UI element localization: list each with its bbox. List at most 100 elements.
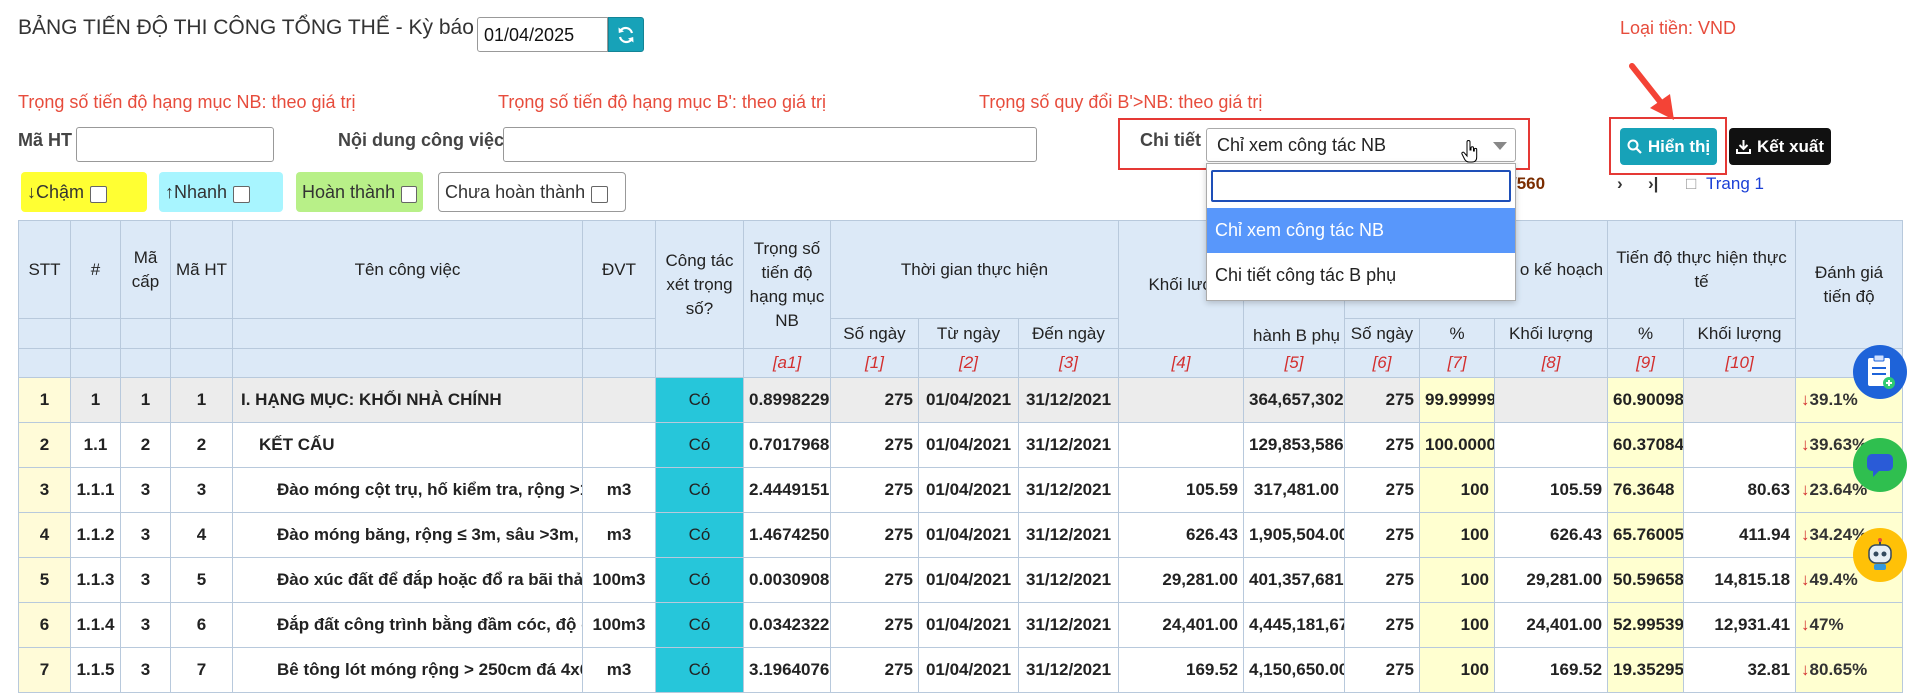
cell-code: 7	[170, 647, 233, 693]
cell-hash: 1.1.4	[70, 602, 121, 648]
weight-nb-note: Trọng số tiến độ hạng mục NB: theo giá t…	[18, 92, 356, 112]
chat-icon[interactable]	[1853, 438, 1907, 492]
header-time: Thời gian thực hiện	[830, 220, 1119, 319]
page-icon: □	[1686, 174, 1697, 193]
pager-last-button[interactable]: ›|	[1648, 174, 1658, 194]
table-row[interactable]: 3 1.1.1 3 3 Đào móng cột trụ, hố kiểm tra, r…	[18, 467, 1904, 513]
cell-unit: m3	[582, 512, 656, 558]
cell-hash: 1.1.1	[70, 467, 121, 513]
robot-assistant-icon[interactable]	[1853, 528, 1907, 582]
index-10: [10]	[1683, 348, 1797, 378]
cell-vol	[1118, 422, 1244, 468]
index-5: [5]	[1243, 348, 1345, 378]
table-row[interactable]: 6 1.1.4 3 6 Đắp đất công trình bằng đầm cóc,…	[18, 602, 1904, 648]
index-3: [3]	[1018, 348, 1119, 378]
refresh-icon	[618, 26, 634, 43]
pager-next-button[interactable]: ›	[1617, 174, 1623, 194]
status-undone-checkbox[interactable]	[591, 185, 609, 203]
status-chip-done[interactable]: Hoàn thành	[296, 172, 423, 212]
cell-weighted: Có	[655, 512, 744, 558]
status-chip-undone[interactable]: Chưa hoàn thành	[438, 172, 626, 212]
dropdown-option-b[interactable]: Chi tiết công tác B phụ	[1207, 253, 1515, 298]
cell-weight: 1.4674250	[743, 512, 831, 558]
cell-weight: 2.4449151	[743, 467, 831, 513]
dropdown-search-input[interactable]	[1211, 170, 1511, 202]
cell-eval: ↓80.65%	[1795, 647, 1904, 693]
cell-level: 3	[120, 467, 171, 513]
cell-from: 01/04/2021	[918, 512, 1019, 558]
cell-value: 317,481.00	[1243, 467, 1345, 513]
cell-ppct: 100	[1419, 602, 1495, 648]
header-plan-pct: %	[1419, 318, 1495, 349]
show-button[interactable]: Hiển thị	[1620, 128, 1717, 165]
cell-weight: 3.1964076	[743, 647, 831, 693]
record-total: /560	[1512, 174, 1546, 193]
header-to: Đến ngày	[1018, 318, 1119, 349]
index-6: [6]	[1344, 348, 1420, 378]
cell-name: KẾT CẤU	[232, 422, 583, 468]
cell-hash: 1.1.3	[70, 557, 121, 603]
cell-level: 1	[120, 377, 171, 423]
cell-stt: 1	[18, 377, 71, 423]
weight-b-note: Trọng số tiến độ hạng mục B': theo giá t…	[498, 92, 826, 112]
cell-ppct: 99.99999	[1419, 377, 1495, 423]
index-1: [1]	[830, 348, 919, 378]
index-9: [9]	[1607, 348, 1685, 378]
cell-hash: 1	[70, 377, 121, 423]
header-name: Tên công việc	[232, 220, 583, 319]
table-row[interactable]: 2 1.1 2 2 KẾT CẤU Có 0.7017968 275 01/04/2021 31/…	[18, 422, 1904, 468]
cell-days: 275	[830, 512, 919, 558]
cell-code: 1	[170, 377, 233, 423]
cell-level: 3	[120, 557, 171, 603]
cell-to: 31/12/2021	[1018, 422, 1119, 468]
cell-days: 275	[830, 467, 919, 513]
report-date-input[interactable]: 01/04/2025	[477, 17, 608, 52]
export-button[interactable]: Kết xuất	[1729, 128, 1831, 165]
cell-hash: 1.1.2	[70, 512, 121, 558]
code-label: Mã HT	[18, 130, 72, 150]
cell-apct: 60.90098	[1607, 377, 1685, 423]
cell-avol: 32.81	[1683, 647, 1797, 693]
cell-name: Đắp đất công trình bằng đầm cóc, độ cl	[232, 602, 583, 648]
cell-pvol	[1493, 422, 1609, 468]
dropdown-option-nb[interactable]: Chỉ xem công tác NB	[1207, 208, 1515, 253]
table-row[interactable]: 7 1.1.5 3 7 Bê tông lót móng rộng > 250cm đá…	[18, 647, 1904, 693]
cell-to: 31/12/2021	[1018, 512, 1119, 558]
cell-value: 129,853,586	[1243, 422, 1345, 468]
status-fast-checkbox[interactable]	[233, 185, 251, 203]
cell-vol: 105.59	[1118, 467, 1244, 513]
cell-to: 31/12/2021	[1018, 377, 1119, 423]
header-weight: Trọng số tiến độ hạng mục NB	[743, 220, 831, 349]
header-plan-days: Số ngày	[1344, 318, 1420, 349]
cell-pdays: 275	[1344, 647, 1420, 693]
page-link[interactable]: Trang 1	[1706, 174, 1764, 194]
cell-weighted: Có	[655, 377, 744, 423]
cell-unit	[582, 422, 656, 468]
index-2: [2]	[918, 348, 1019, 378]
cell-value: 401,357,681	[1243, 557, 1345, 603]
cell-vol: 169.52	[1118, 647, 1244, 693]
code-input[interactable]	[76, 127, 274, 162]
refresh-button[interactable]	[608, 17, 644, 52]
status-chip-slow[interactable]: ↓Chậm	[21, 172, 147, 212]
notes-icon[interactable]	[1853, 345, 1907, 399]
cell-vol: 24,401.00	[1118, 602, 1244, 648]
cell-vol: 29,281.00	[1118, 557, 1244, 603]
table-row[interactable]: 1 1 1 1 I. HẠNG MỤC: KHỐI NHÀ CHÍNH Có 0.89982…	[18, 377, 1904, 423]
status-slow-checkbox[interactable]	[90, 185, 108, 203]
table-row[interactable]: 4 1.1.2 3 4 Đào móng băng, rộng ≤ 3m, sâu >3…	[18, 512, 1904, 558]
detail-label: Chi tiết	[1140, 130, 1201, 150]
cell-vol: 626.43	[1118, 512, 1244, 558]
status-done-checkbox[interactable]	[401, 185, 417, 203]
content-input[interactable]	[503, 127, 1037, 162]
table-row[interactable]: 5 1.1.3 3 5 Đào xúc đất để đắp hoặc đổ ra bã…	[18, 557, 1904, 603]
cell-ppct: 100	[1419, 557, 1495, 603]
cell-pvol: 626.43	[1493, 512, 1609, 558]
cell-pvol: 169.52	[1493, 647, 1609, 693]
cell-weighted: Có	[655, 647, 744, 693]
cell-code: 5	[170, 557, 233, 603]
cell-days: 275	[830, 557, 919, 603]
cell-hash: 1.1	[70, 422, 121, 468]
status-chip-fast[interactable]: ↑Nhanh	[159, 172, 283, 212]
cell-weight: 0.7017968	[743, 422, 831, 468]
